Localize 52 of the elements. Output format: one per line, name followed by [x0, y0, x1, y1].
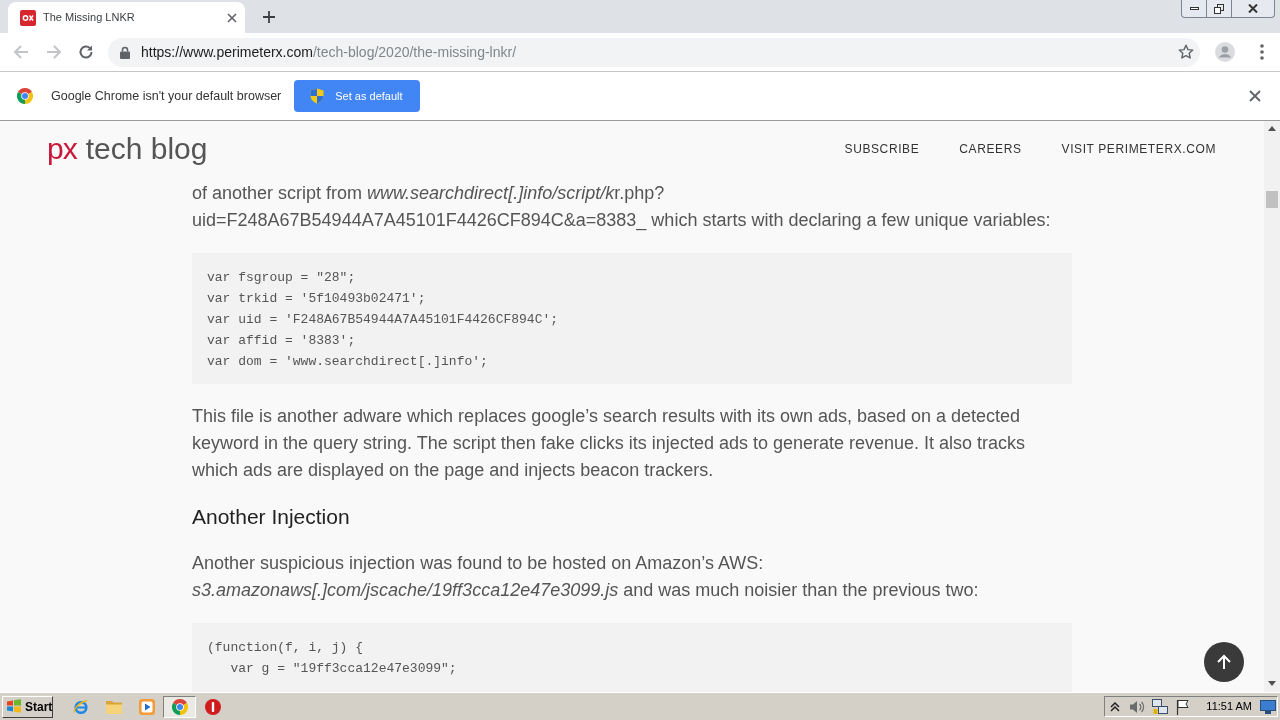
section-heading: Another Injection [192, 504, 350, 530]
set-as-default-button[interactable]: Set as default [294, 80, 421, 112]
arrow-up-icon [1216, 654, 1232, 670]
reload-icon[interactable] [77, 43, 95, 61]
media-player-icon [138, 698, 155, 715]
chevron-up-icon[interactable] [1110, 701, 1121, 712]
start-button[interactable]: Start [2, 695, 53, 718]
article-paragraph: of another script from www.searchdirect[.]info/script/kr.php? uid=F248A67B54944A7A45101F4426CF894C&a=8383_ which starts with declaring a few unique variables: [192, 182, 1052, 233]
start-logo-icon [6, 699, 22, 714]
star-icon[interactable] [1178, 44, 1194, 60]
browser-tab[interactable]: The Missing LNKR [8, 2, 245, 33]
scroll-down-icon[interactable] [1268, 681, 1276, 686]
code-line: var affid = '8383'; [207, 332, 356, 350]
scrollbar-thumb[interactable] [1266, 191, 1278, 208]
plus-icon[interactable] [263, 10, 275, 23]
code-line: var g = "19ff3cca12e47e3099"; [229, 660, 457, 678]
address-bar[interactable]: https://www.perimeterx.com/tech-blog/2020/the-missing-lnkr/ [108, 37, 1200, 67]
code-line: var fsgroup = "28"; [207, 269, 356, 287]
menu-icon[interactable] [1260, 44, 1264, 60]
nav-link[interactable]: VISIT PERIMETERX.COM [1061, 140, 1216, 158]
close-icon[interactable] [227, 12, 237, 23]
minimize-icon [1189, 7, 1199, 10]
site-logo[interactable]: px tech blog [47, 134, 208, 164]
show-desktop-icon[interactable] [1260, 699, 1276, 714]
close-icon [1248, 4, 1258, 13]
alert-icon [204, 698, 221, 715]
flag-icon[interactable] [1175, 698, 1192, 715]
article-paragraph: Another suspicious injection was found to be hosted on Amazon’s AWS: s3.amazonaws[.]com/jscache/19ff3cca12e47e3099.js and was much noisier than the previous two: [192, 552, 980, 602]
close-icon[interactable] [1249, 90, 1261, 102]
network-icon[interactable] [1152, 698, 1169, 715]
lock-icon [120, 45, 130, 59]
code-line: var trkid = '5f10493b02471'; [207, 290, 426, 308]
shield-icon [310, 88, 325, 104]
restore-icon [1214, 3, 1224, 14]
folder-icon [105, 698, 122, 715]
browser-e-icon [72, 698, 89, 715]
nav-link[interactable]: SUBSCRIBE [844, 140, 920, 158]
browser-logo-icon [17, 88, 33, 104]
code-line: var uid = 'F248A67B54944A7A45101F4426CF894C'; [207, 311, 559, 329]
nav-link[interactable]: CAREERS [959, 140, 1022, 158]
article-paragraph: This file is another adware which replaces google’s search results with its own ads, based on a detected keyword in the query string. The script then fake clicks its injected ads to generate revenue. It also tracks which ads are displayed on the page and injects beacon trackers. [192, 405, 1027, 482]
code-line: var dom = 'www.searchdirect[.]info'; [207, 353, 488, 371]
clock[interactable]: 11:51 AM [1206, 698, 1252, 715]
taskbar-button[interactable] [163, 695, 196, 718]
scroll-up-icon[interactable] [1268, 126, 1276, 131]
code-line: (function(f, i, j) { [207, 639, 364, 657]
speaker-icon[interactable] [1129, 698, 1146, 715]
scroll-to-top-button[interactable] [1204, 642, 1244, 682]
favicon-icon [20, 9, 36, 26]
browser-logo-icon [171, 698, 188, 715]
person-avatar-icon[interactable] [1215, 42, 1235, 62]
infobar-message: Google Chrome isn't your default browser [51, 87, 282, 105]
